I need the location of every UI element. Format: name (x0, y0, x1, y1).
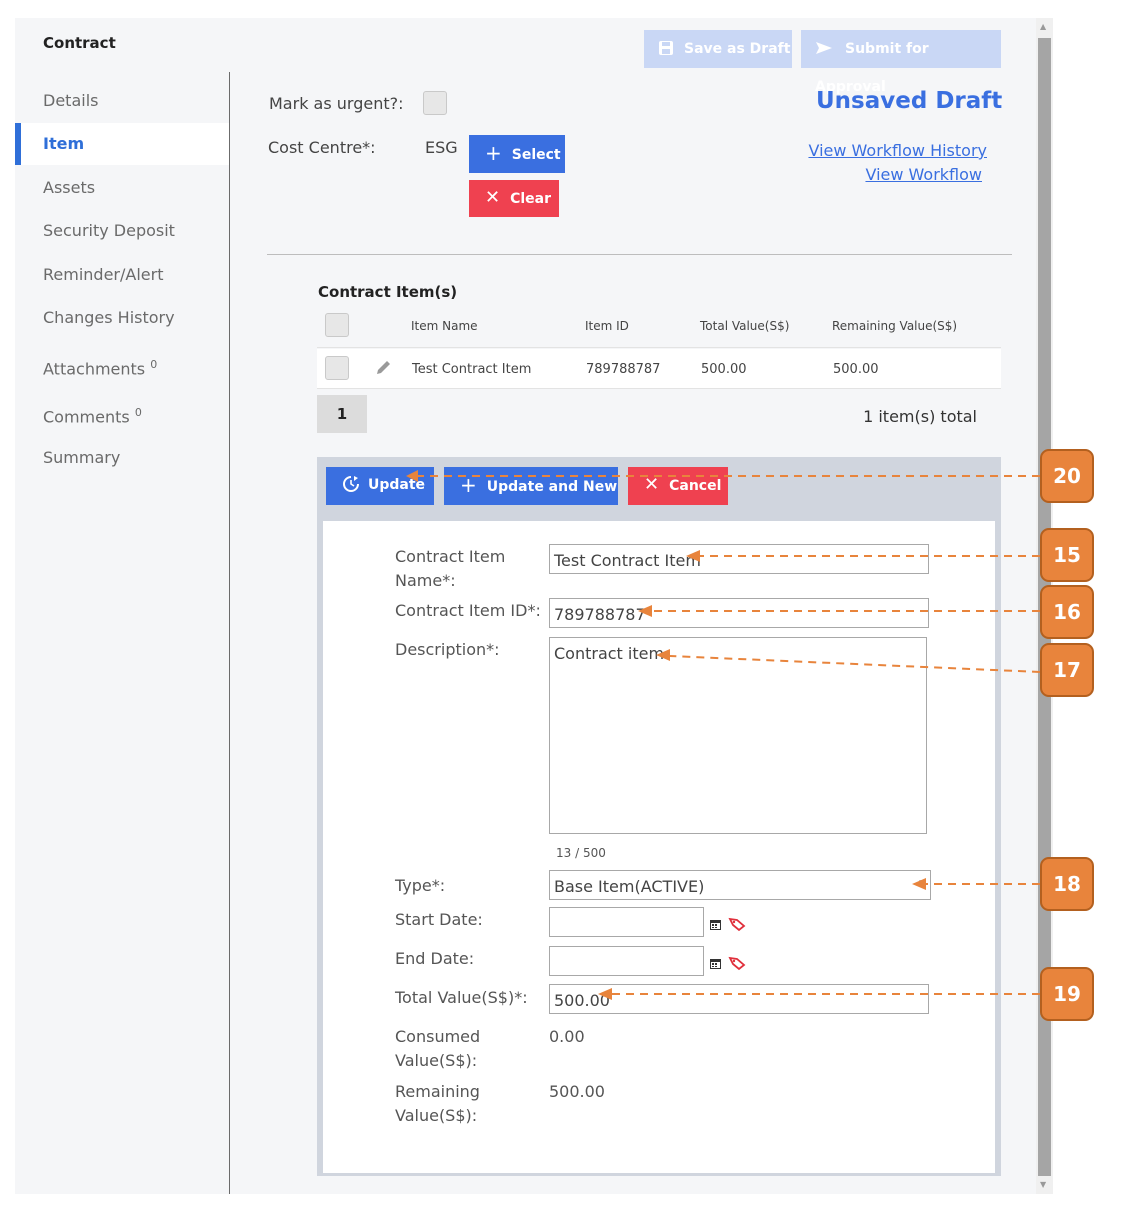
callout-badge: 18 (1040, 857, 1094, 911)
callout-badge: 16 (1040, 585, 1094, 639)
callout-arrowhead (406, 470, 418, 482)
callout-badge: 20 (1040, 449, 1094, 503)
callout-badge: 17 (1040, 643, 1094, 697)
callout-arrow-line (669, 655, 1041, 673)
callout-badge: 19 (1040, 967, 1094, 1021)
callout-arrowhead (686, 550, 700, 562)
callout-arrowhead (912, 878, 926, 890)
callout-arrowhead (598, 988, 612, 1000)
callout-arrowhead (638, 605, 652, 617)
callout-badge: 15 (1040, 528, 1094, 582)
annotation-overlay (406, 470, 1041, 1000)
callout-arrowhead (656, 649, 670, 661)
